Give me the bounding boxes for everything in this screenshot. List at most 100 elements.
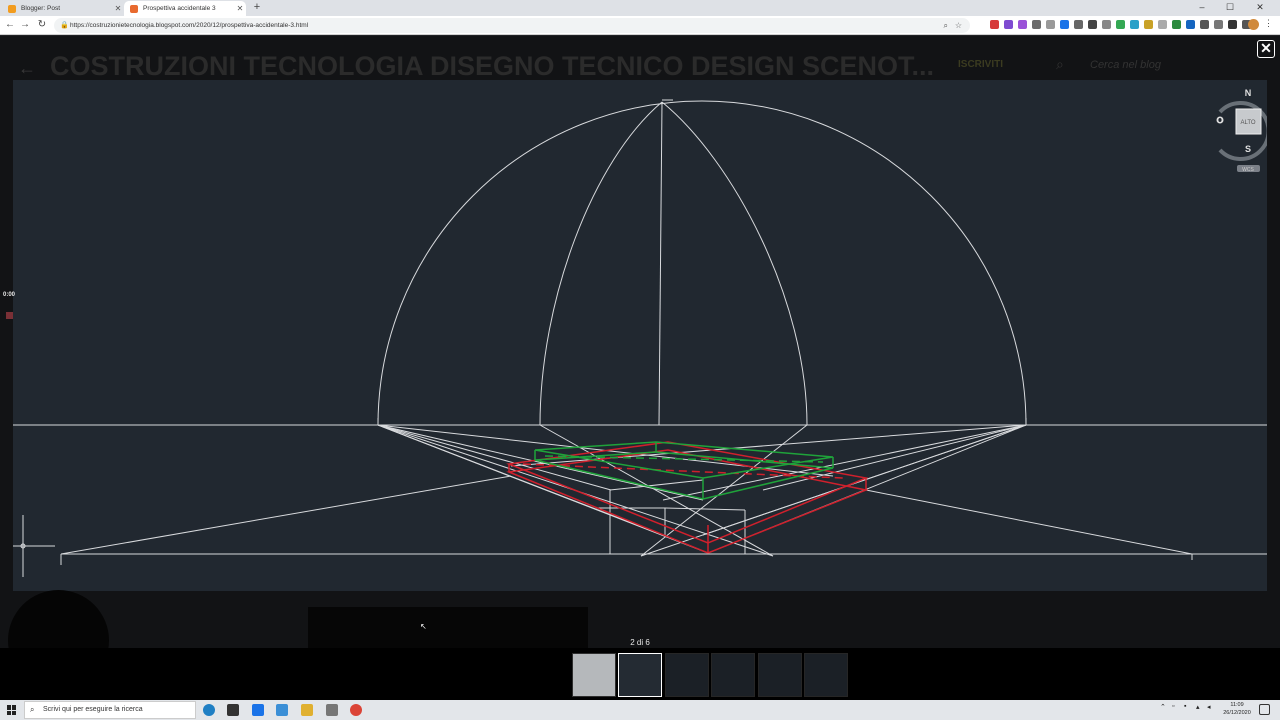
- extension-icon[interactable]: [1074, 20, 1083, 29]
- viewcube: [1216, 101, 1267, 172]
- projection-line: [762, 424, 1027, 491]
- image-viewer: N S O ALTO WCS: [13, 80, 1267, 591]
- extension-icon[interactable]: [1004, 20, 1013, 29]
- menu-kebab-icon[interactable]: ⋮: [1264, 18, 1273, 29]
- extension-icon[interactable]: [1144, 20, 1153, 29]
- store-icon[interactable]: [227, 704, 239, 716]
- blogger-favicon-icon: [8, 4, 16, 13]
- close-window-button[interactable]: ✕: [1246, 0, 1274, 16]
- extensions-bar: [990, 20, 1251, 29]
- app-icon[interactable]: [276, 704, 288, 716]
- address-bar[interactable]: 🔒 https://costruzionietecnologia.blogspo…: [54, 18, 970, 33]
- projection-line: [702, 424, 1027, 536]
- viewcube-south[interactable]: S: [1245, 144, 1251, 154]
- maximize-button[interactable]: ☐: [1216, 0, 1244, 16]
- image-counter: 2 di 6: [630, 638, 650, 647]
- minimize-button[interactable]: –: [1188, 0, 1216, 16]
- blog-search-input: Cerca nel blog: [1090, 59, 1161, 71]
- puzzle-icon[interactable]: [1228, 20, 1237, 29]
- thumbnail-6[interactable]: [804, 653, 848, 697]
- subscribe-button: ISCRIVITI: [958, 59, 1004, 70]
- reload-button[interactable]: ↻: [35, 18, 49, 32]
- extension-icon[interactable]: [1088, 20, 1097, 29]
- tab-close-icon[interactable]: ✕: [234, 4, 246, 13]
- bookmark-star-icon[interactable]: ☆: [955, 18, 962, 33]
- thumbnail-4[interactable]: [711, 653, 755, 697]
- taskbar-search-input[interactable]: ⌕ Scrivi qui per eseguire la ricerca: [24, 701, 196, 719]
- clock-time: 11:09: [1230, 702, 1244, 708]
- dome-axis: [658, 101, 663, 426]
- tray-icon[interactable]: ▪: [1184, 703, 1186, 710]
- blogger-favicon-icon: [130, 4, 138, 13]
- extension-icon[interactable]: [1158, 20, 1167, 29]
- tray-icon[interactable]: ▫: [1172, 703, 1174, 710]
- windows-start-icon[interactable]: [7, 705, 17, 715]
- ucs-icon: [13, 515, 55, 577]
- projection-line: [60, 475, 512, 555]
- notification-icon[interactable]: [1259, 704, 1270, 715]
- windows-taskbar: ⌕ Scrivi qui per eseguire la ricerca ⌃ ▫…: [0, 700, 1280, 720]
- extension-icon[interactable]: [1060, 20, 1069, 29]
- extension-icon[interactable]: [1018, 20, 1027, 29]
- dome-arc: [377, 100, 1027, 426]
- perspective-drawing: N S O ALTO WCS: [13, 88, 1267, 577]
- tab-blogger-post[interactable]: Blogger: Post ✕: [2, 1, 124, 16]
- video-timecode: 0:00: [3, 292, 16, 298]
- lock-icon: 🔒: [60, 22, 69, 29]
- extension-icon[interactable]: [1214, 20, 1223, 29]
- search-icon: ⌕: [1056, 56, 1064, 72]
- app-icon[interactable]: [326, 704, 338, 716]
- viewcube-north[interactable]: N: [1245, 88, 1252, 98]
- dome-right-meridian: [661, 101, 808, 426]
- projection-line: [662, 424, 1027, 501]
- thumbnail-5[interactable]: [758, 653, 802, 697]
- viewcube-west[interactable]: O: [1217, 116, 1223, 125]
- url-text: https://costruzionietecnologia.blogspot.…: [70, 22, 309, 29]
- extension-icon[interactable]: [990, 20, 999, 29]
- viewcube-face-top[interactable]: ALTO: [1240, 120, 1255, 126]
- record-indicator-icon: [6, 312, 13, 319]
- tab-close-icon[interactable]: ✕: [112, 4, 124, 13]
- back-arrow-icon: ←: [18, 58, 36, 78]
- clock-date: 26/12/2020: [1223, 710, 1251, 716]
- edge-icon[interactable]: [203, 704, 215, 716]
- file-explorer-icon[interactable]: [301, 704, 313, 716]
- thumbnail-1[interactable]: [572, 653, 616, 697]
- tab-title: Prospettiva accidentale 3: [143, 5, 216, 12]
- profile-avatar[interactable]: [1248, 19, 1259, 30]
- tab-title: Blogger: Post: [21, 5, 61, 12]
- mail-icon[interactable]: [252, 704, 264, 716]
- extension-icon[interactable]: [1186, 20, 1195, 29]
- tab-strip: Blogger: Post ✕ Prospettiva accidentale …: [0, 0, 1280, 16]
- extension-icon[interactable]: [1172, 20, 1181, 29]
- tab-prospettiva[interactable]: Prospettiva accidentale 3 ✕: [124, 1, 246, 16]
- mouse-cursor-icon: ↖: [420, 622, 427, 631]
- network-icon[interactable]: ▴: [1196, 703, 1200, 711]
- browser-toolbar: ← → ↻ 🔒 https://costruzionietecnologia.b…: [0, 16, 1280, 35]
- dome-left-meridian: [539, 101, 663, 426]
- taskbar-search-placeholder: Scrivi qui per eseguire la ricerca: [43, 706, 143, 713]
- video-preview-panel: [308, 607, 588, 653]
- chrome-icon[interactable]: [350, 704, 362, 716]
- extension-icon[interactable]: [1102, 20, 1111, 29]
- search-icon: ⌕: [30, 705, 35, 714]
- thumbnail-3[interactable]: [665, 653, 709, 697]
- volume-icon[interactable]: ◂: [1207, 703, 1211, 711]
- extension-icon[interactable]: [1200, 20, 1209, 29]
- extension-icon[interactable]: [1130, 20, 1139, 29]
- zoom-icon[interactable]: ⌕: [944, 18, 948, 33]
- thumbnail-2[interactable]: [618, 653, 662, 697]
- back-button[interactable]: ←: [3, 18, 17, 32]
- aux-box-edge: [664, 507, 746, 511]
- green-box-top: [534, 441, 834, 479]
- extension-icon[interactable]: [1046, 20, 1055, 29]
- new-tab-button[interactable]: +: [250, 1, 264, 13]
- extension-icon[interactable]: [1032, 20, 1041, 29]
- extension-icon[interactable]: [1116, 20, 1125, 29]
- tray-chevron-icon[interactable]: ⌃: [1160, 703, 1166, 711]
- forward-button[interactable]: →: [18, 18, 32, 32]
- projection-line: [865, 489, 1193, 555]
- close-lightbox-button[interactable]: ✕: [1257, 40, 1275, 58]
- taskbar-clock[interactable]: 11:09 26/12/2020: [1217, 701, 1257, 717]
- viewcube-ucs-label[interactable]: WCS: [1242, 167, 1254, 173]
